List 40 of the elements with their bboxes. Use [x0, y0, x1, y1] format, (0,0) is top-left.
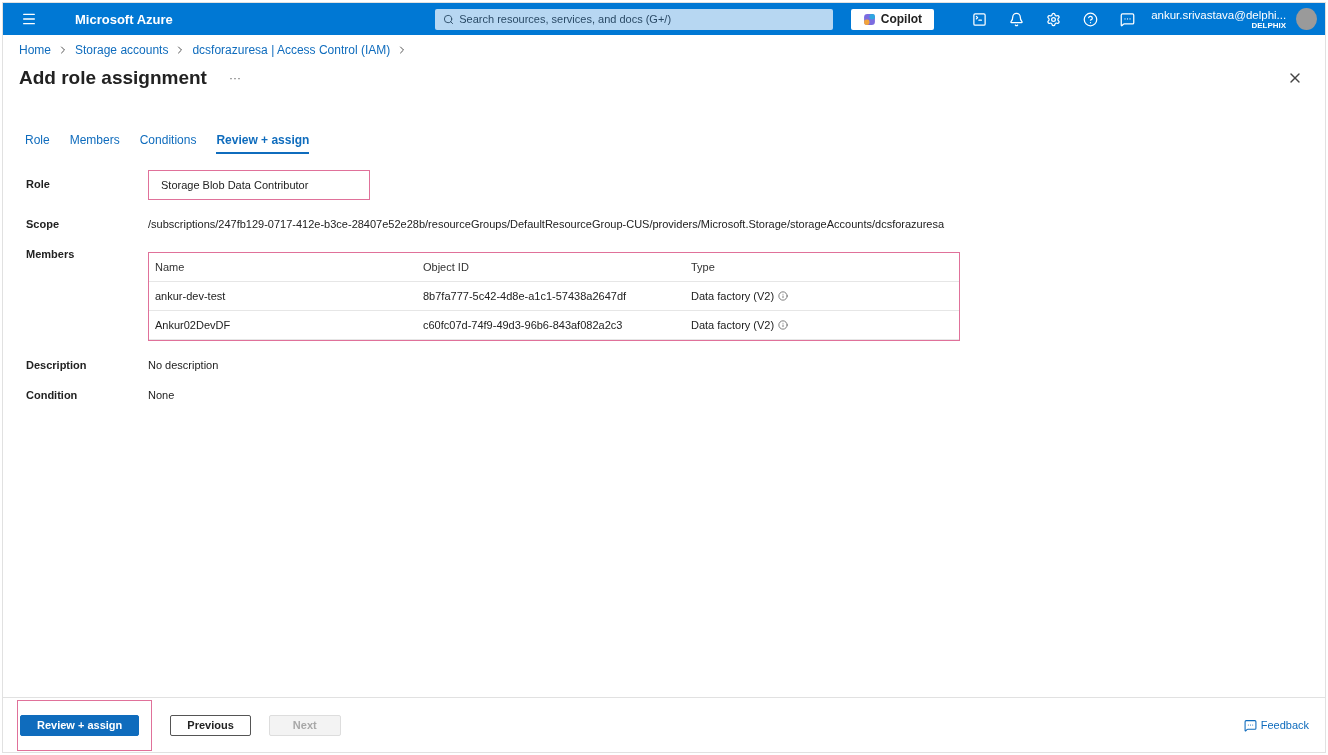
- info-icon[interactable]: [778, 320, 789, 330]
- table-cell-text: Ankur02DevDF: [155, 319, 232, 331]
- breadcrumb-link[interactable]: dcsforazuresa | Access Control (IAM): [192, 43, 391, 57]
- column-header: Name: [155, 261, 186, 273]
- field-label: Scope: [26, 218, 60, 230]
- search-field[interactable]: Search resources, services, and docs (G+/): [435, 8, 833, 30]
- account-org: DELPHIX: [1251, 20, 1287, 30]
- table-cell: Data factory (V2): [691, 290, 775, 302]
- feedback-link[interactable]: Feedback: [1243, 718, 1309, 732]
- tab[interactable]: Conditions: [139, 129, 197, 154]
- role-value: Storage Blob Data Contributor: [148, 170, 370, 200]
- search-icon: [443, 13, 455, 25]
- field-label: Role: [26, 178, 51, 190]
- table-cell-text: 8b7fa777-5c42-4d8e-a1c1-57438a2647df: [423, 290, 628, 302]
- tab[interactable]: Members: [69, 129, 120, 154]
- description-value: No description: [148, 359, 220, 371]
- brand-name: Microsoft Azure: [75, 11, 174, 27]
- account-name[interactable]: ankur.srivastava@delphi...: [1151, 8, 1287, 21]
- table-cell-text: c60fc07d-74f9-49d3-96b6-843af082a2c3: [423, 319, 624, 331]
- table-cell-text: ankur-dev-test: [155, 290, 227, 302]
- field-label: Description: [26, 359, 88, 371]
- copilot-logo-icon: [862, 12, 876, 26]
- column-header: Object ID: [423, 261, 470, 273]
- condition-value: None: [148, 389, 176, 401]
- column-header: Type: [691, 261, 716, 273]
- field-label: Members: [26, 248, 76, 260]
- feedback-icon: [1243, 718, 1257, 732]
- page-title: Add role assignment: [19, 67, 207, 89]
- copilot-button[interactable]: Copilot: [850, 8, 935, 30]
- scope-value: /subscriptions/247fb129-0717-412e-b3ce-28407e52e28b/resourceGroups/DefaultResourceGroup-CUS/providers/Microsoft.Storage/storageAccounts/dcsforazuresa: [148, 218, 946, 230]
- more-button[interactable]: ···: [222, 70, 247, 86]
- breadcrumb-link[interactable]: Home: [19, 43, 51, 57]
- review-assign-button[interactable]: Review + assign: [20, 714, 140, 736]
- info-icon[interactable]: [778, 291, 789, 301]
- breadcrumb-link[interactable]: Storage accounts: [75, 43, 169, 57]
- previous-button[interactable]: Previous: [170, 714, 251, 736]
- field-label: Condition: [26, 389, 79, 401]
- table-cell: Data factory (V2): [691, 319, 775, 331]
- tab[interactable]: Review + assign: [216, 129, 310, 154]
- tab[interactable]: Role: [25, 129, 50, 154]
